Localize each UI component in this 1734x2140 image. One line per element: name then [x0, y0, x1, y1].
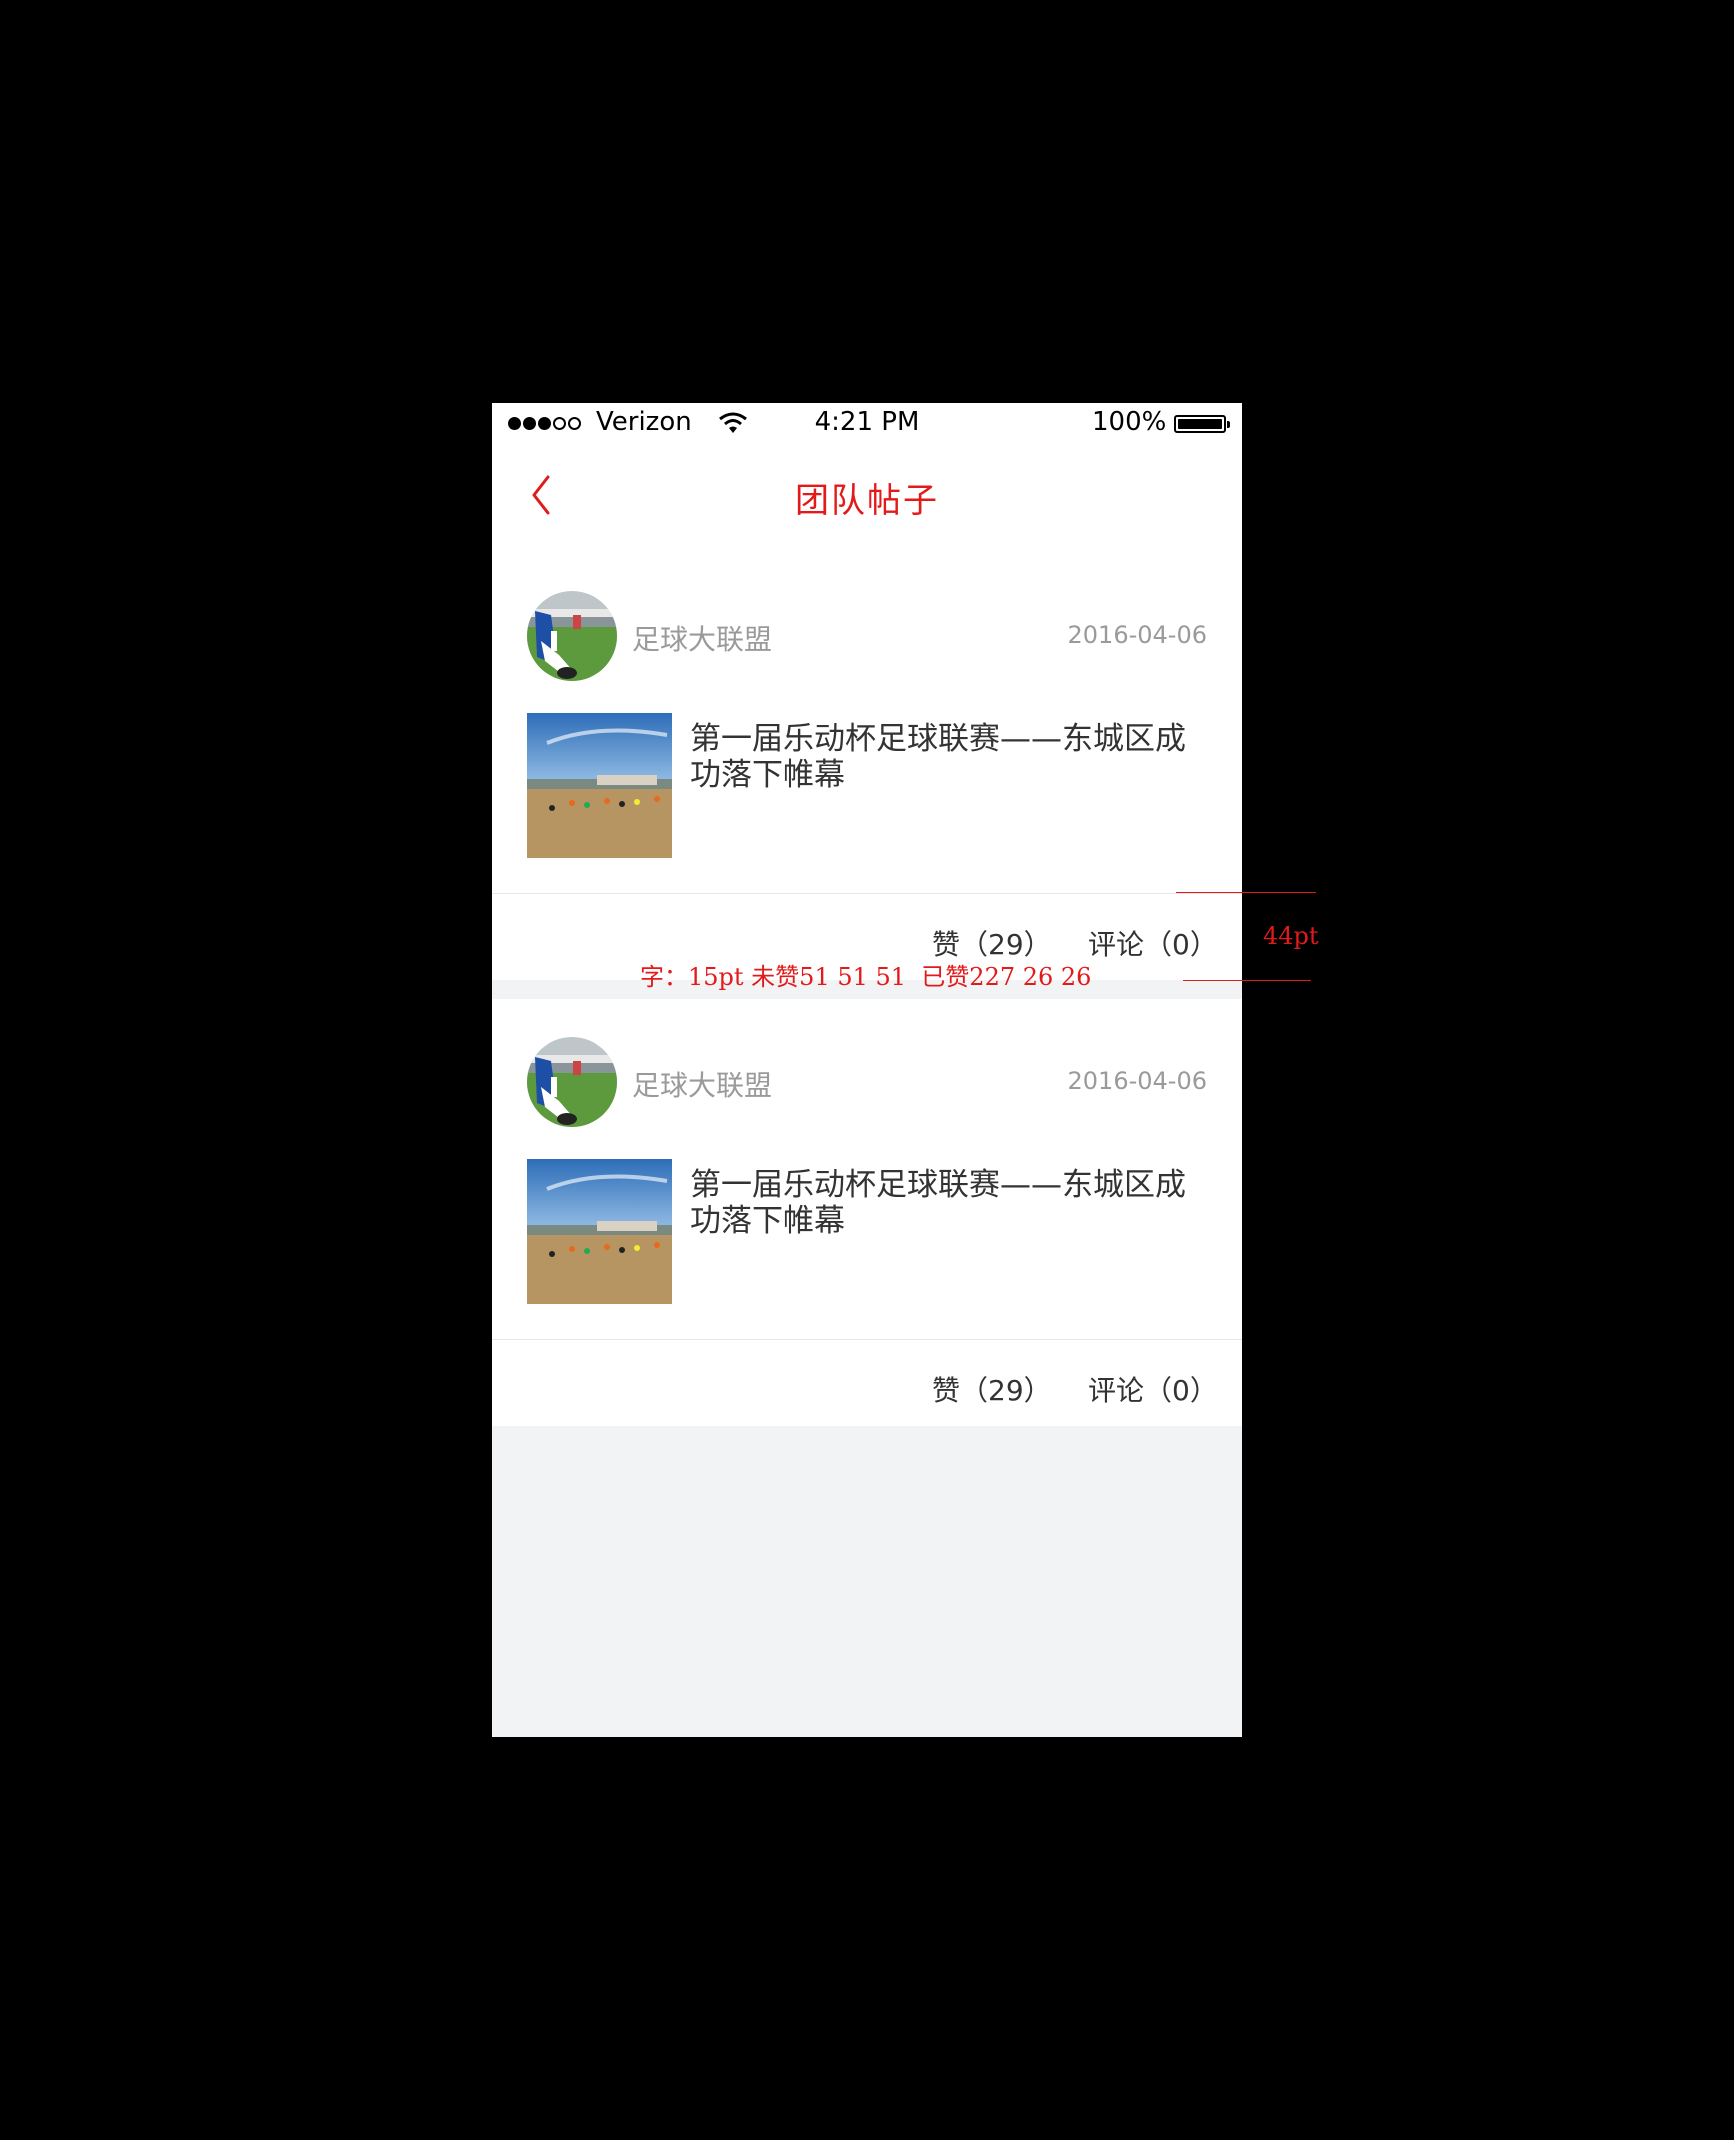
post-title[interactable]: 第一届乐动杯足球联赛——东城区成功落下帷幕 [690, 721, 1212, 793]
battery-icon [1174, 415, 1230, 433]
divider [492, 1339, 1242, 1340]
avatar[interactable] [527, 1037, 617, 1127]
post-date: 2016-04-06 [1067, 621, 1207, 649]
annotation-height-label: 44pt [1263, 922, 1319, 950]
post-card[interactable]: 足球大联盟 2016-04-06 第一届乐动杯足球联赛——东城区成功落下帷幕 赞… [492, 999, 1242, 1426]
post-card[interactable]: 足球大联盟 2016-04-06 第一届乐动杯足球联赛——东城区成功落下帷幕 赞… [492, 553, 1242, 980]
comment-button[interactable]: 评论（0） [1088, 923, 1218, 963]
page-title: 团队帖子 [795, 481, 939, 521]
author-name[interactable]: 足球大联盟 [632, 1064, 772, 1104]
status-bar: Verizon 4:21 PM 100% [492, 403, 1242, 443]
post-thumbnail[interactable] [527, 1159, 672, 1304]
post-date: 2016-04-06 [1067, 1067, 1207, 1095]
battery-percentage: 100% [1092, 407, 1167, 437]
comment-button[interactable]: 评论（0） [1088, 1369, 1218, 1409]
annotation-line [1176, 892, 1316, 893]
annotation-font-spec: 字：15pt 未赞51 51 51 已赞227 26 26 [640, 963, 1092, 991]
phone-screen: Verizon 4:21 PM 100% 团队帖子 足球大联盟 2016-04-… [492, 403, 1242, 1737]
author-name[interactable]: 足球大联盟 [632, 618, 772, 658]
post-thumbnail[interactable] [527, 713, 672, 858]
navigation-bar: 团队帖子 [492, 443, 1242, 553]
post-title[interactable]: 第一届乐动杯足球联赛——东城区成功落下帷幕 [690, 1167, 1212, 1239]
annotation-line [1183, 980, 1311, 981]
avatar[interactable] [527, 591, 617, 681]
like-button[interactable]: 赞（29） [932, 1369, 1052, 1409]
divider [492, 893, 1242, 894]
